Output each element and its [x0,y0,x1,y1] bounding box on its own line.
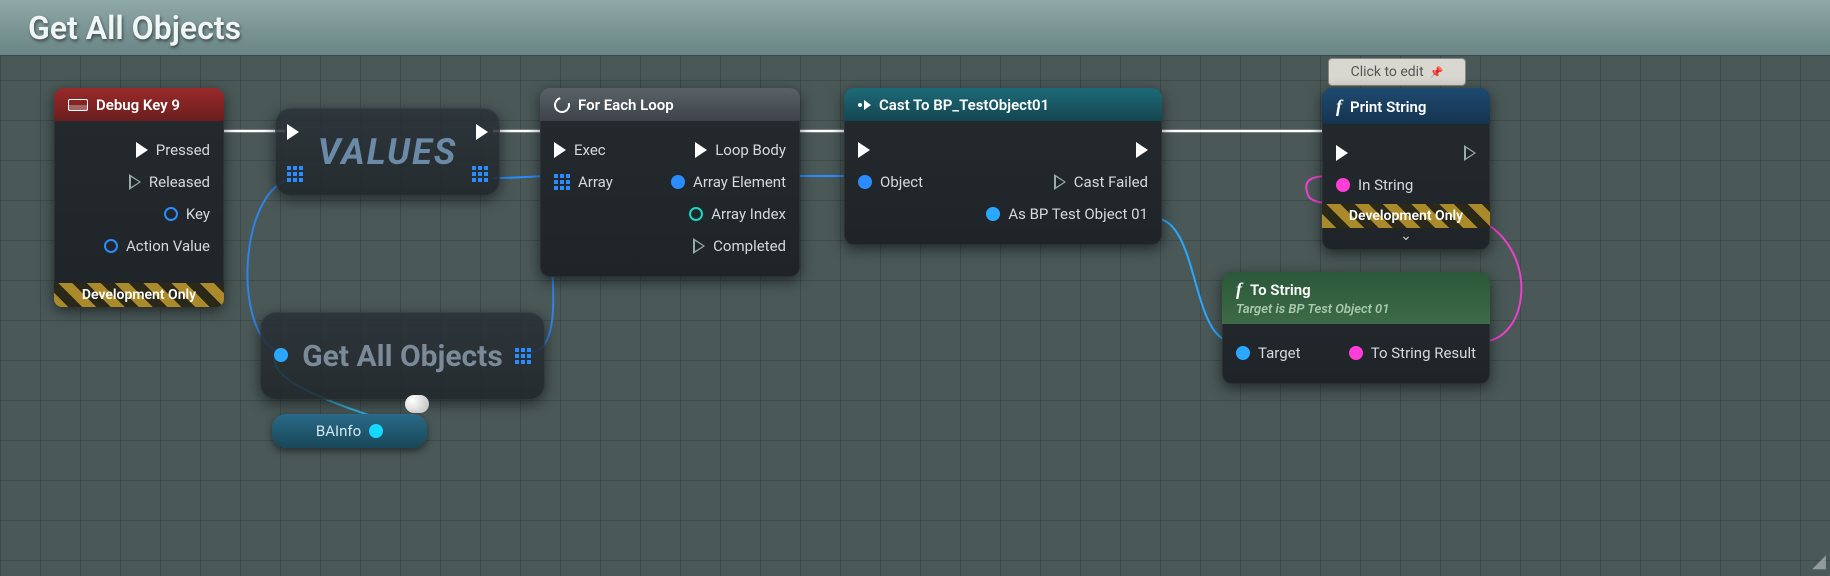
pin-loop-body[interactable]: Loop Body [695,141,786,159]
pin-cast-exec-out[interactable] [1136,142,1148,158]
pin-getall-out[interactable] [515,348,531,364]
getall-label: Get All Objects [302,340,503,373]
function-icon: f [1236,279,1242,300]
development-only-badge: Development Only [1322,204,1490,228]
pin-bainfo-out[interactable] [369,424,383,438]
pin-values-exec-out[interactable] [476,124,488,140]
pin-tostring-result[interactable]: To String Result [1349,344,1476,362]
pin-array-index[interactable]: Array Index [689,205,786,223]
pin-cast-failed[interactable]: Cast Failed [1054,173,1148,191]
node-title: Cast To BP_TestObject01 [879,96,1049,114]
node-bainfo-variable[interactable]: BAInfo [272,414,427,448]
pin-values-arr-in[interactable] [287,166,303,182]
values-macro-label: VALUES [318,131,457,173]
keyboard-icon [68,99,88,111]
node-cast-to[interactable]: Cast To BP_TestObject01 Object Cast Fail… [844,88,1162,245]
development-only-badge: Development Only [54,283,224,307]
pin-print-exec-out[interactable] [1464,145,1476,161]
pin-array-element[interactable]: Array Element [671,173,786,191]
function-icon: f [1336,96,1342,117]
pin-released[interactable]: Released [129,173,210,191]
loop-icon [551,94,573,116]
node-header-debug-key[interactable]: Debug Key 9 [54,88,224,121]
resize-grip-icon[interactable]: ◢ [1812,551,1826,572]
comment-edit-label: Click to edit [1351,64,1424,80]
comment-edit-hint[interactable]: Click to edit 📌 [1328,58,1466,86]
pin-in-string[interactable]: In String [1336,176,1413,194]
node-subtitle: Target is BP Test Object 01 [1236,302,1476,317]
graph-title-bar[interactable]: Get All Objects [0,0,1830,56]
node-title: For Each Loop [578,96,674,114]
pin-action-value[interactable]: Action Value [104,237,210,255]
cast-icon [858,100,871,110]
node-header-cast[interactable]: Cast To BP_TestObject01 [844,88,1162,121]
graph-title-text: Get All Objects [28,9,241,47]
node-print-string[interactable]: f Print String In String Development Onl… [1322,88,1490,250]
pin-exec-in[interactable]: Exec [554,141,606,159]
pin-icon: 📌 [1430,66,1444,79]
expand-arrow-icon[interactable]: ⌄ [1322,228,1490,250]
node-debug-key[interactable]: Debug Key 9 Pressed Released Key Action … [54,88,224,307]
bainfo-label: BAInfo [316,422,361,440]
node-header-foreach[interactable]: For Each Loop [540,88,800,121]
pin-array-in[interactable]: Array [554,173,613,191]
node-to-string[interactable]: f To String Target is BP Test Object 01 … [1222,272,1490,384]
node-title: To String [1250,281,1311,299]
pin-values-exec-in[interactable] [287,124,299,140]
pin-pressed[interactable]: Pressed [136,141,210,159]
pin-values-arr-out[interactable] [472,166,488,182]
node-title: Debug Key 9 [96,96,180,114]
pin-object-in[interactable]: Object [858,173,923,191]
blueprint-graph-canvas[interactable] [0,0,1830,576]
pin-completed[interactable]: Completed [693,237,786,255]
pin-print-exec-in[interactable] [1336,145,1348,161]
pin-cast-exec-in[interactable] [858,142,870,158]
pin-as-result[interactable]: As BP Test Object 01 [986,205,1148,223]
node-get-all-objects[interactable]: Get All Objects [260,312,545,400]
node-header-print[interactable]: f Print String [1322,88,1490,124]
node-header-tostring[interactable]: f To String Target is BP Test Object 01 [1222,272,1490,324]
node-values-macro[interactable]: VALUES [275,108,500,196]
self-pin-handle[interactable] [405,395,429,413]
pin-target-in[interactable]: Target [1236,344,1301,362]
pin-getall-in[interactable] [274,348,288,362]
node-for-each-loop[interactable]: For Each Loop Exec Loop Body Array Array… [540,88,800,277]
node-title: Print String [1350,98,1426,116]
pin-key[interactable]: Key [164,205,210,223]
